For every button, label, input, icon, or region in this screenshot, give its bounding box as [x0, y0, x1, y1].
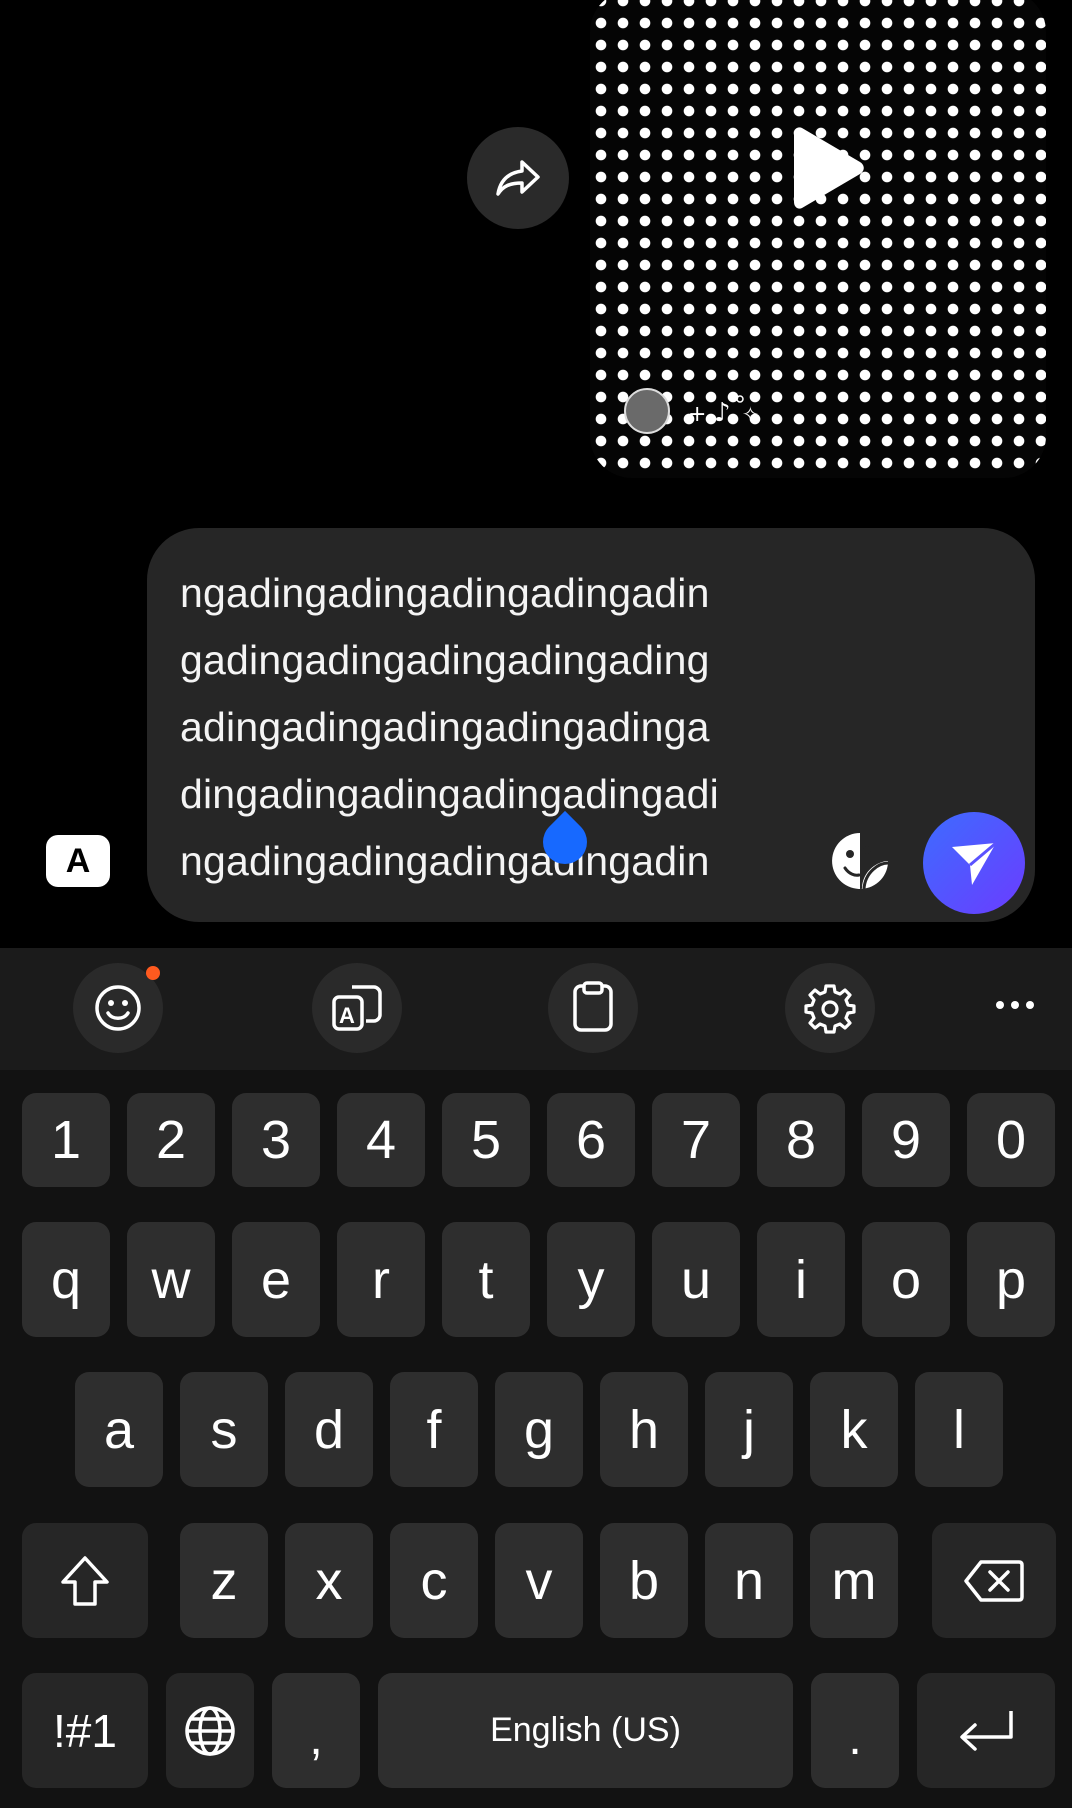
key-m[interactable]: m: [810, 1523, 898, 1638]
period-key[interactable]: .: [811, 1673, 899, 1788]
language-key[interactable]: [166, 1673, 254, 1788]
notification-dot: [146, 966, 160, 980]
key-x[interactable]: x: [285, 1523, 373, 1638]
key-5[interactable]: 5: [442, 1093, 530, 1187]
message-line: ngadingadingadingadingadin: [180, 838, 710, 884]
key-0[interactable]: 0: [967, 1093, 1055, 1187]
key-t[interactable]: t: [442, 1222, 530, 1337]
sticker-icon: [832, 833, 889, 890]
key-e[interactable]: e: [232, 1222, 320, 1337]
key-q[interactable]: q: [22, 1222, 110, 1337]
key-c[interactable]: c: [390, 1523, 478, 1638]
key-4[interactable]: 4: [337, 1093, 425, 1187]
key-3[interactable]: 3: [232, 1093, 320, 1187]
key-1[interactable]: 1: [22, 1093, 110, 1187]
enter-key[interactable]: [917, 1673, 1055, 1788]
key-l[interactable]: l: [915, 1372, 1003, 1487]
message-line: adingadingadingadingadinga: [180, 704, 710, 750]
key-i[interactable]: i: [757, 1222, 845, 1337]
key-u[interactable]: u: [652, 1222, 740, 1337]
key-s[interactable]: s: [180, 1372, 268, 1487]
settings-button[interactable]: [785, 963, 875, 1053]
key-z[interactable]: z: [180, 1523, 268, 1638]
svg-text:✧: ✧: [742, 402, 759, 426]
comma-label: ,: [309, 1712, 323, 1765]
key-p[interactable]: p: [967, 1222, 1055, 1337]
share-button[interactable]: [467, 127, 569, 229]
music-info: + ♪ ✧: [624, 388, 760, 434]
period-label: .: [848, 1712, 862, 1765]
play-icon: [794, 127, 864, 209]
key-n[interactable]: n: [705, 1523, 793, 1638]
key-2[interactable]: 2: [127, 1093, 215, 1187]
shift-icon: [61, 1555, 109, 1606]
send-button[interactable]: [923, 812, 1025, 914]
globe-icon: [185, 1705, 235, 1756]
key-7[interactable]: 7: [652, 1093, 740, 1187]
message-line: dingadingadingadingadingadi: [180, 771, 719, 817]
key-9[interactable]: 9: [862, 1093, 950, 1187]
message-line: gadingadingadingadingading: [180, 637, 710, 683]
send-icon: [952, 841, 997, 885]
svg-text:+: +: [688, 402, 706, 427]
backspace-icon: [964, 1559, 1024, 1602]
comma-key[interactable]: ,: [272, 1673, 360, 1788]
keyboard-language-toggle[interactable]: A: [46, 835, 110, 887]
clipboard-button[interactable]: [548, 963, 638, 1053]
key-b[interactable]: b: [600, 1523, 688, 1638]
backspace-key[interactable]: [932, 1523, 1056, 1638]
emoji-icon: [95, 985, 141, 1031]
svg-text:A: A: [339, 1003, 355, 1028]
avatar: [624, 388, 670, 434]
key-a[interactable]: a: [75, 1372, 163, 1487]
key-g[interactable]: g: [495, 1372, 583, 1487]
space-key[interactable]: English (US): [378, 1673, 793, 1788]
sticker-button[interactable]: [829, 830, 891, 892]
music-sparkle-icon: + ♪ ✧: [688, 395, 759, 428]
key-o[interactable]: o: [862, 1222, 950, 1337]
key-j[interactable]: j: [705, 1372, 793, 1487]
shift-key[interactable]: [22, 1523, 148, 1638]
key-f[interactable]: f: [390, 1372, 478, 1487]
key-h[interactable]: h: [600, 1372, 688, 1487]
key-v[interactable]: v: [495, 1523, 583, 1638]
translate-button[interactable]: A: [312, 963, 402, 1053]
key-w[interactable]: w: [127, 1222, 215, 1337]
symbols-key[interactable]: !#1: [22, 1673, 148, 1788]
translate-icon: A: [332, 985, 382, 1031]
key-r[interactable]: r: [337, 1222, 425, 1337]
share-arrow-icon: [496, 160, 540, 196]
message-input-text[interactable]: ngadingadingadingadingadin gadingadingad…: [180, 560, 820, 895]
clipboard-icon: [573, 981, 613, 1032]
gear-icon: [804, 984, 856, 1034]
key-8[interactable]: 8: [757, 1093, 845, 1187]
key-6[interactable]: 6: [547, 1093, 635, 1187]
svg-text:♪: ♪: [714, 398, 731, 428]
more-button[interactable]: [985, 985, 1045, 1025]
key-k[interactable]: k: [810, 1372, 898, 1487]
key-y[interactable]: y: [547, 1222, 635, 1337]
message-line: ngadingadingadingadingadin: [180, 570, 710, 616]
enter-icon: [960, 1710, 1013, 1751]
key-d[interactable]: d: [285, 1372, 373, 1487]
video-message-card[interactable]: + ♪ ✧: [590, 0, 1046, 478]
